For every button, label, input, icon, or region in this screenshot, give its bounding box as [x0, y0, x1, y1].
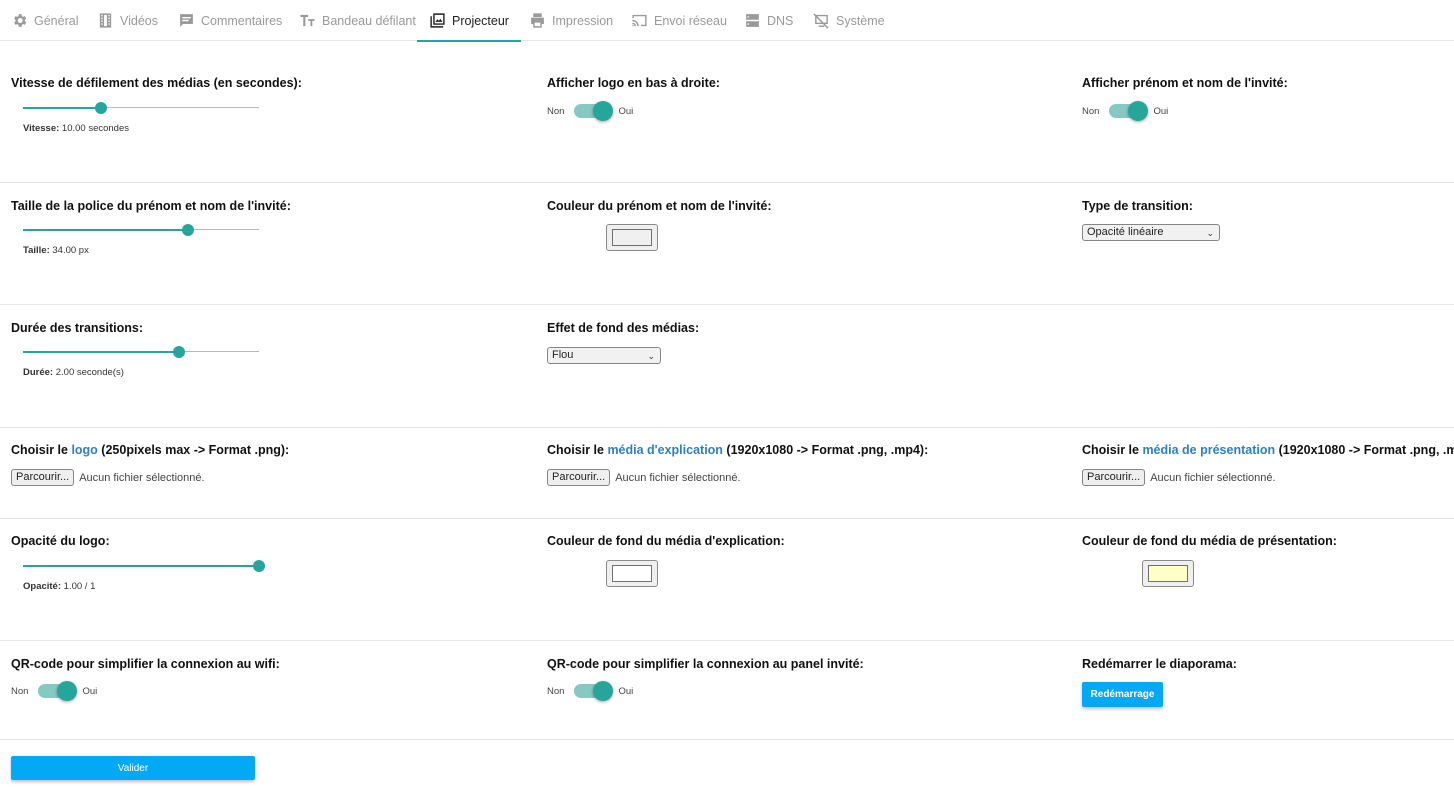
row-divider [0, 304, 1454, 305]
logo-file-input[interactable]: Parcourir... Aucun fichier sélectionné. [11, 469, 205, 486]
transition-type-field: Type de transition: [1082, 199, 1193, 214]
film-icon [97, 12, 114, 29]
tab-general[interactable]: Général [11, 0, 78, 41]
guest-name-label: Afficher prénom et nom de l'invité: [1082, 76, 1288, 90]
file-status: Aucun fichier sélectionné. [1150, 471, 1276, 484]
present-media-link[interactable]: média de présentation [1142, 443, 1275, 457]
row-divider [0, 182, 1454, 183]
speed-value: Vitesse: 10.00 secondes [23, 123, 129, 134]
name-color-label: Couleur du prénom et nom de l'invité: [547, 199, 772, 213]
qr-panel-label: QR-code pour simplifier la connexion au … [547, 657, 864, 671]
logo-opacity-value: Opacité: 1.00 / 1 [23, 581, 96, 592]
text-size-icon [299, 12, 316, 29]
tab-printing[interactable]: Impression [529, 0, 613, 41]
tab-network[interactable]: Envoi réseau [631, 0, 727, 41]
present-bg-label: Couleur de fond du média de présentation… [1082, 534, 1337, 548]
font-size-label: Taille de la police du prénom et nom de … [11, 199, 291, 213]
row-divider [0, 518, 1454, 519]
row-divider [0, 427, 1454, 428]
explain-file-field: Choisir le média d'explication (1920x108… [547, 443, 929, 457]
tab-projector[interactable]: Projecteur [417, 0, 521, 42]
speed-slider[interactable] [23, 101, 259, 115]
name-color-field: Couleur du prénom et nom de l'invité: [547, 199, 772, 214]
guest-name-field: Afficher prénom et nom de l'invité: [1082, 76, 1288, 91]
images-icon [429, 12, 446, 29]
bg-effect-select[interactable]: Flou ⌄ [547, 347, 661, 364]
chevron-down-icon: ⌄ [647, 351, 655, 361]
explain-bg-field: Couleur de fond du média d'explication: [547, 534, 785, 549]
tab-dns[interactable]: DNS [744, 0, 793, 41]
transition-type-label: Type de transition: [1082, 199, 1193, 213]
restart-button[interactable]: Redémarrage [1082, 682, 1163, 707]
tab-system[interactable]: Système [813, 0, 885, 41]
tab-bar: Général Vidéos Commentaires Bandeau défi… [0, 0, 1454, 42]
transition-type-select[interactable]: Opacité linéaire ⌄ [1082, 224, 1220, 241]
system-icon [813, 12, 830, 29]
slider-thumb[interactable] [94, 102, 107, 114]
logo-file-field: Choisir le logo (250pixels max -> Format… [11, 443, 290, 457]
qr-panel-field: QR-code pour simplifier la connexion au … [547, 657, 864, 672]
font-size-field: Taille de la police du prénom et nom de … [11, 199, 291, 214]
logo-link[interactable]: logo [71, 443, 97, 457]
gear-icon [11, 12, 28, 29]
present-bg-field: Couleur de fond du média de présentation… [1082, 534, 1337, 549]
explain-bg-label: Couleur de fond du média d'explication: [547, 534, 785, 548]
logo-display-switch[interactable]: Non Oui [547, 101, 633, 121]
logo-opacity-slider[interactable] [23, 559, 265, 573]
file-status: Aucun fichier sélectionné. [79, 471, 205, 484]
tab-videos[interactable]: Vidéos [97, 0, 158, 41]
font-size-slider[interactable] [23, 223, 259, 237]
browse-button[interactable]: Parcourir... [1082, 469, 1146, 486]
browse-button[interactable]: Parcourir... [547, 469, 611, 486]
file-status: Aucun fichier sélectionné. [615, 471, 741, 484]
qr-wifi-switch[interactable]: Non Oui [11, 681, 97, 701]
explain-file-input[interactable]: Parcourir... Aucun fichier sélectionné. [547, 469, 741, 486]
qr-wifi-label: QR-code pour simplifier la connexion au … [11, 657, 280, 671]
browse-button[interactable]: Parcourir... [11, 469, 75, 486]
transition-duration-slider[interactable] [23, 345, 259, 359]
restart-label: Redémarrer le diaporama: [1082, 657, 1237, 671]
bg-effect-label: Effet de fond des médias: [547, 321, 700, 335]
printer-icon [529, 12, 546, 29]
logo-display-field: Afficher logo en bas à droite: [547, 76, 720, 91]
row-divider [0, 640, 1454, 641]
bg-effect-field: Effet de fond des médias: [547, 321, 699, 336]
logo-display-label: Afficher logo en bas à droite: [547, 76, 720, 90]
comment-icon [178, 12, 195, 29]
font-size-value: Taille: 34.00 px [23, 245, 89, 256]
restart-field: Redémarrer le diaporama: [1082, 657, 1237, 672]
row-divider [0, 739, 1454, 740]
submit-button[interactable]: Valider [11, 756, 255, 780]
slider-thumb[interactable] [253, 560, 265, 572]
transition-duration-label: Durée des transitions: [11, 321, 143, 335]
speed-label: Vitesse de défilement des médias (en sec… [11, 76, 302, 90]
qr-wifi-field: QR-code pour simplifier la connexion au … [11, 657, 280, 672]
speed-field: Vitesse de défilement des médias (en sec… [11, 76, 302, 91]
present-file-input[interactable]: Parcourir... Aucun fichier sélectionné. [1082, 469, 1276, 486]
chevron-down-icon: ⌄ [1206, 228, 1214, 238]
tab-scrolling-banner[interactable]: Bandeau défilant [299, 0, 416, 41]
explain-bg-color-picker[interactable] [606, 560, 658, 587]
logo-opacity-label: Opacité du logo: [11, 534, 110, 548]
transition-duration-value: Durée: 2.00 seconde(s) [23, 367, 124, 378]
slider-thumb[interactable] [172, 346, 185, 358]
present-file-field: Choisir le média de présentation (1920x1… [1082, 443, 1454, 457]
present-bg-color-picker[interactable] [1142, 560, 1194, 587]
qr-panel-switch[interactable]: Non Oui [547, 681, 633, 701]
dns-icon [744, 12, 761, 29]
tab-comments[interactable]: Commentaires [178, 0, 282, 41]
guest-name-switch[interactable]: Non Oui [1082, 101, 1168, 121]
explain-media-link[interactable]: média d'explication [607, 443, 723, 457]
slider-thumb[interactable] [182, 224, 195, 236]
name-color-picker[interactable] [606, 224, 658, 251]
cast-icon [631, 12, 648, 29]
transition-duration-field: Durée des transitions: [11, 321, 143, 336]
logo-opacity-field: Opacité du logo: [11, 534, 110, 549]
